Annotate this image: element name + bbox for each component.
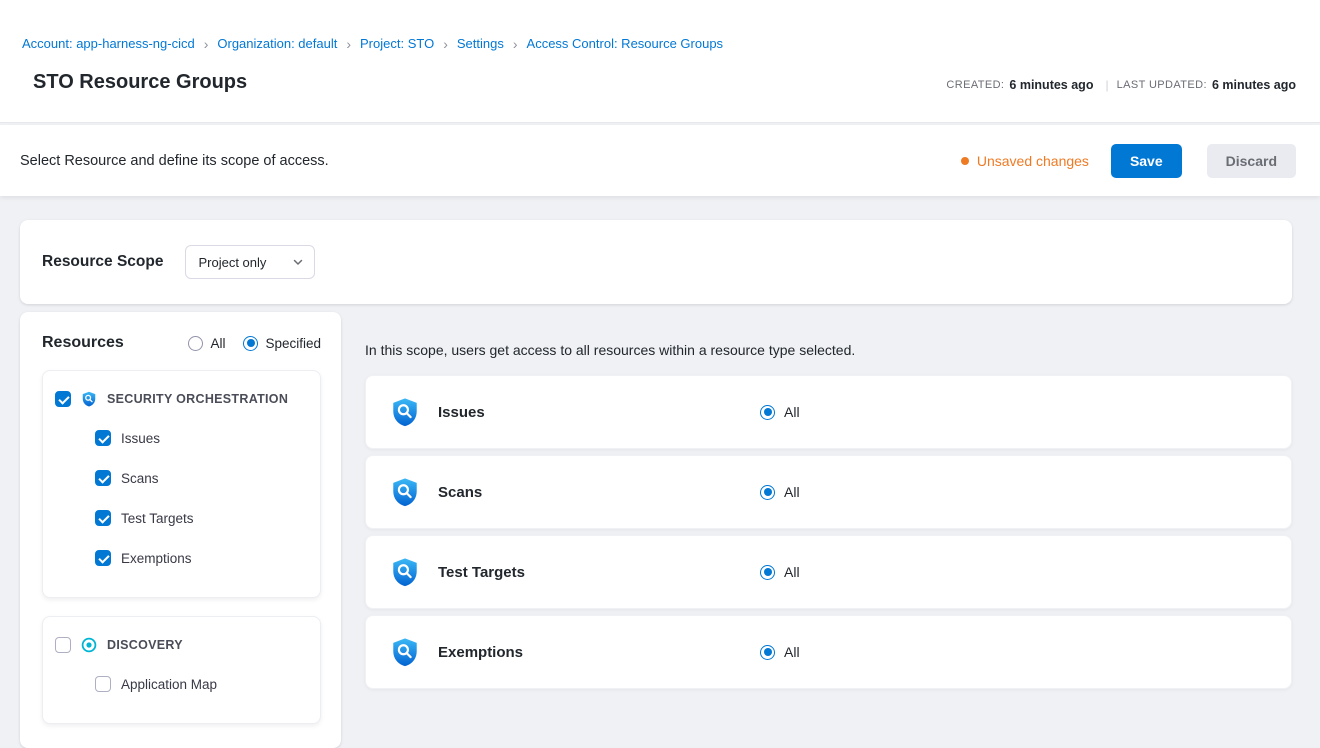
breadcrumb-link-organization[interactable]: Organization: default bbox=[217, 36, 337, 51]
group-header[interactable]: SECURITY ORCHESTRATION bbox=[55, 384, 308, 414]
resource-scope-label: Resource Scope bbox=[42, 253, 163, 271]
access-label: All bbox=[784, 404, 800, 420]
sto-shield-icon bbox=[81, 391, 97, 407]
created-label: CREATED: bbox=[946, 79, 1004, 91]
updated-label: LAST UPDATED: bbox=[1117, 79, 1207, 91]
discovery-icon bbox=[81, 637, 97, 653]
resource-card-title: Exemptions bbox=[438, 644, 760, 661]
resource-card-title: Test Targets bbox=[438, 564, 760, 581]
breadcrumb-link-project[interactable]: Project: STO bbox=[360, 36, 434, 51]
meta-info: CREATED: 6 minutes ago | LAST UPDATED: 6… bbox=[946, 78, 1300, 94]
resource-item-issues[interactable]: Issues bbox=[95, 418, 308, 458]
access-radio-all[interactable]: All bbox=[760, 564, 800, 580]
item-label: Scans bbox=[121, 471, 159, 486]
updated-value: 6 minutes ago bbox=[1212, 78, 1296, 92]
sto-shield-search-icon bbox=[390, 477, 420, 507]
checkbox-application-map[interactable] bbox=[95, 676, 111, 692]
breadcrumb: Account: app-harness-ng-cicd › Organizat… bbox=[22, 36, 1300, 51]
checkbox-exemptions[interactable] bbox=[95, 550, 111, 566]
discard-button[interactable]: Discard bbox=[1207, 144, 1296, 178]
access-radio-all[interactable]: All bbox=[760, 644, 800, 660]
unsaved-dot-icon bbox=[961, 157, 969, 165]
page-header: Account: app-harness-ng-cicd › Organizat… bbox=[0, 0, 1320, 123]
group-checkbox[interactable] bbox=[55, 637, 71, 653]
toolbar-description: Select Resource and define its scope of … bbox=[20, 153, 329, 169]
resource-card-title: Scans bbox=[438, 484, 760, 501]
resource-card-issues: Issues All bbox=[365, 375, 1292, 449]
radio-specified-label: Specified bbox=[265, 336, 321, 351]
sto-shield-search-icon bbox=[390, 557, 420, 587]
resource-item-test-targets[interactable]: Test Targets bbox=[95, 498, 308, 538]
resource-scope-dropdown[interactable]: Project only bbox=[185, 245, 315, 279]
content-row: Resources All Specified bbox=[20, 312, 1292, 748]
checkbox-issues[interactable] bbox=[95, 430, 111, 446]
access-radio-all[interactable]: All bbox=[760, 484, 800, 500]
item-label: Issues bbox=[121, 431, 160, 446]
resources-title: Resources bbox=[42, 334, 124, 352]
sto-shield-search-icon bbox=[390, 397, 420, 427]
group-items: Issues Scans Test Targets Exemption bbox=[95, 418, 308, 578]
group-label: DISCOVERY bbox=[107, 638, 183, 652]
resource-item-application-map[interactable]: Application Map bbox=[95, 664, 308, 704]
resources-panel: Resources All Specified bbox=[20, 312, 341, 748]
breadcrumb-link-account[interactable]: Account: app-harness-ng-cicd bbox=[22, 36, 195, 51]
resource-scope-card: Resource Scope Project only bbox=[20, 220, 1292, 304]
group-items: Application Map bbox=[95, 664, 308, 704]
resource-scope-selected: Project only bbox=[198, 255, 266, 270]
resource-item-scans[interactable]: Scans bbox=[95, 458, 308, 498]
title-row: STO Resource Groups CREATED: 6 minutes a… bbox=[22, 71, 1300, 94]
save-button[interactable]: Save bbox=[1111, 144, 1182, 178]
access-label: All bbox=[784, 564, 800, 580]
item-label: Application Map bbox=[121, 677, 217, 692]
breadcrumb-link-settings[interactable]: Settings bbox=[457, 36, 504, 51]
page-title: STO Resource Groups bbox=[33, 71, 247, 94]
meta-divider: | bbox=[1105, 78, 1108, 92]
sto-shield-search-icon bbox=[390, 637, 420, 667]
group-label: SECURITY ORCHESTRATION bbox=[107, 392, 288, 406]
access-label: All bbox=[784, 484, 800, 500]
breadcrumb-chevron-icon: › bbox=[513, 37, 518, 51]
chevron-down-icon bbox=[292, 256, 304, 268]
group-checkbox[interactable] bbox=[55, 391, 71, 407]
breadcrumb-link-access-control[interactable]: Access Control: Resource Groups bbox=[527, 36, 724, 51]
item-label: Exemptions bbox=[121, 551, 192, 566]
radio-specified-icon[interactable] bbox=[243, 336, 258, 351]
radio-selected-icon[interactable] bbox=[760, 565, 775, 580]
radio-option-specified[interactable]: Specified bbox=[243, 336, 321, 351]
page: Account: app-harness-ng-cicd › Organizat… bbox=[0, 0, 1320, 748]
breadcrumb-chevron-icon: › bbox=[346, 37, 351, 51]
created-value: 6 minutes ago bbox=[1009, 78, 1093, 92]
resource-card-title: Issues bbox=[438, 404, 760, 421]
checkbox-scans[interactable] bbox=[95, 470, 111, 486]
resource-group-security-orchestration: SECURITY ORCHESTRATION Issues Scans bbox=[42, 370, 321, 598]
access-label: All bbox=[784, 644, 800, 660]
resource-card-exemptions: Exemptions All bbox=[365, 615, 1292, 689]
radio-selected-icon[interactable] bbox=[760, 485, 775, 500]
unsaved-changes-label: Unsaved changes bbox=[977, 153, 1089, 169]
resource-card-scans: Scans All bbox=[365, 455, 1292, 529]
breadcrumb-chevron-icon: › bbox=[204, 37, 209, 51]
radio-all-label: All bbox=[210, 336, 225, 351]
radio-selected-icon[interactable] bbox=[760, 645, 775, 660]
resources-panel-header: Resources All Specified bbox=[42, 334, 321, 352]
resource-item-exemptions[interactable]: Exemptions bbox=[95, 538, 308, 578]
toolbar: Select Resource and define its scope of … bbox=[0, 125, 1320, 196]
resource-group-discovery: DISCOVERY Application Map bbox=[42, 616, 321, 724]
toolbar-actions: Unsaved changes Save Discard bbox=[961, 144, 1296, 178]
access-radio-all[interactable]: All bbox=[760, 404, 800, 420]
radio-option-all[interactable]: All bbox=[188, 336, 225, 351]
resources-filter-radio-group: All Specified bbox=[188, 336, 321, 351]
resource-card-test-targets: Test Targets All bbox=[365, 535, 1292, 609]
group-header[interactable]: DISCOVERY bbox=[55, 630, 308, 660]
unsaved-changes-indicator: Unsaved changes bbox=[961, 153, 1089, 169]
breadcrumb-chevron-icon: › bbox=[443, 37, 448, 51]
item-label: Test Targets bbox=[121, 511, 194, 526]
main-content: Resource Scope Project only Resources Al… bbox=[0, 196, 1320, 748]
radio-selected-icon[interactable] bbox=[760, 405, 775, 420]
scope-description: In this scope, users get access to all r… bbox=[365, 342, 1292, 358]
scope-content: In this scope, users get access to all r… bbox=[365, 312, 1292, 695]
checkbox-test-targets[interactable] bbox=[95, 510, 111, 526]
radio-all-icon[interactable] bbox=[188, 336, 203, 351]
